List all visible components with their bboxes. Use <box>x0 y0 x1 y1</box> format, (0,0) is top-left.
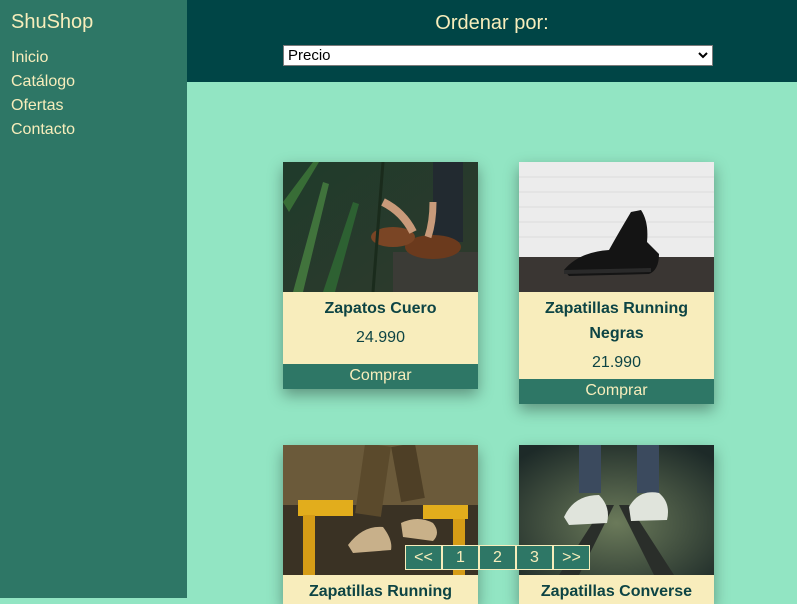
sort-header: Ordenar por: Precio <box>187 0 797 82</box>
product-card: Zapatos Cuero 24.990 Comprar <box>283 162 478 389</box>
product-name: Zapatillas Converse <box>540 583 693 600</box>
sort-label: Ordenar por: <box>435 12 549 34</box>
product-body: Zapatillas Running Negras 21.990 <box>519 292 714 379</box>
pagination-page-1[interactable]: 1 <box>442 545 479 570</box>
product-card: Zapatillas Converse <box>519 445 714 604</box>
pagination-page-3[interactable]: 3 <box>516 545 553 570</box>
pagination: << 1 2 3 >> <box>405 545 590 570</box>
pagination-prev-button[interactable]: << <box>405 545 442 570</box>
nav-item-catalogo[interactable]: Catálogo <box>11 70 75 94</box>
chevron-down-icon <box>698 52 708 59</box>
sort-select[interactable]: Precio <box>283 45 713 66</box>
product-body: Zapatillas Running <box>283 575 478 604</box>
buy-button[interactable]: Comprar <box>519 379 714 404</box>
nav-item-contacto[interactable]: Contacto <box>11 118 75 142</box>
nav-item-ofertas[interactable]: Ofertas <box>11 94 75 118</box>
product-image <box>283 162 478 292</box>
product-card: Zapatillas Running Negras 21.990 Comprar <box>519 162 714 404</box>
buy-button[interactable]: Comprar <box>283 364 478 389</box>
pagination-page-2[interactable]: 2 <box>479 545 516 570</box>
nav-item-inicio[interactable]: Inicio <box>11 46 75 70</box>
sidebar-nav: Inicio Catálogo Ofertas Contacto <box>11 46 75 142</box>
product-price: 21.990 <box>592 354 641 371</box>
sort-select-value: Precio <box>288 47 331 64</box>
product-image <box>519 162 714 292</box>
product-body: Zapatillas Converse <box>519 575 714 604</box>
product-price: 24.990 <box>356 329 405 346</box>
pagination-next-button[interactable]: >> <box>553 545 590 570</box>
product-name: Zapatillas Running <box>308 583 453 600</box>
product-card: Zapatillas Running <box>283 445 478 604</box>
product-name: Zapatos Cuero <box>324 300 437 317</box>
brand-logo[interactable]: ShuShop <box>11 11 93 34</box>
product-name: Zapatillas Running Negras <box>544 300 689 342</box>
product-body: Zapatos Cuero 24.990 <box>283 292 478 364</box>
sidebar: ShuShop Inicio Catálogo Ofertas Contacto <box>0 0 187 598</box>
